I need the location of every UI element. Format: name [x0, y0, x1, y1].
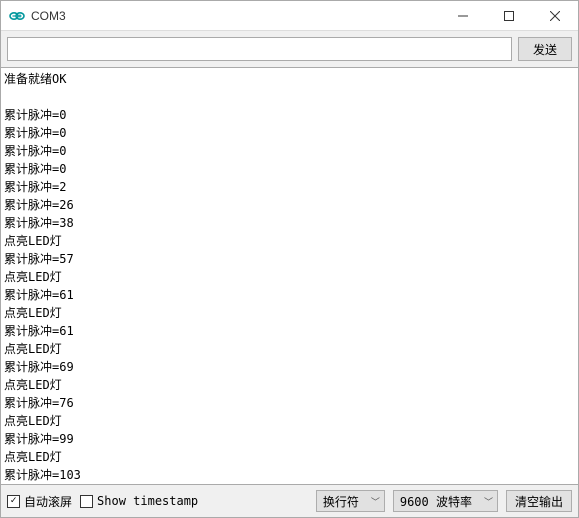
line-ending-select[interactable]: 换行符 ﹀ — [316, 490, 385, 512]
chevron-down-icon: ﹀ — [371, 495, 380, 508]
chevron-down-icon: ﹀ — [484, 495, 493, 508]
timestamp-checkbox[interactable] — [80, 495, 93, 508]
window-controls — [440, 1, 578, 30]
send-row: 发送 — [1, 31, 578, 67]
autoscroll-checkbox[interactable] — [7, 495, 20, 508]
window-title: COM3 — [31, 9, 440, 23]
baud-rate-value: 9600 波特率 — [400, 493, 472, 510]
autoscroll-checkbox-wrap[interactable]: 自动滚屏 — [7, 493, 72, 510]
send-button[interactable]: 发送 — [518, 37, 572, 61]
close-button[interactable] — [532, 1, 578, 30]
line-ending-value: 换行符 — [323, 493, 359, 510]
bottom-bar: 自动滚屏 Show timestamp 换行符 ﹀ 9600 波特率 ﹀ 清空输… — [1, 485, 578, 517]
clear-output-button[interactable]: 清空输出 — [506, 490, 572, 512]
maximize-button[interactable] — [486, 1, 532, 30]
timestamp-label: Show timestamp — [97, 494, 198, 508]
timestamp-checkbox-wrap[interactable]: Show timestamp — [80, 494, 198, 508]
app-icon — [9, 8, 25, 24]
send-input[interactable] — [7, 37, 512, 61]
minimize-button[interactable] — [440, 1, 486, 30]
baud-rate-select[interactable]: 9600 波特率 ﹀ — [393, 490, 498, 512]
titlebar: COM3 — [1, 1, 578, 31]
autoscroll-label: 自动滚屏 — [24, 493, 72, 510]
serial-monitor-window: COM3 发送 准备就绪OK 累计脉冲=0 累计脉冲=0 累计脉冲=0 累计脉冲… — [0, 0, 579, 518]
serial-output: 准备就绪OK 累计脉冲=0 累计脉冲=0 累计脉冲=0 累计脉冲=0 累计脉冲=… — [1, 67, 578, 485]
